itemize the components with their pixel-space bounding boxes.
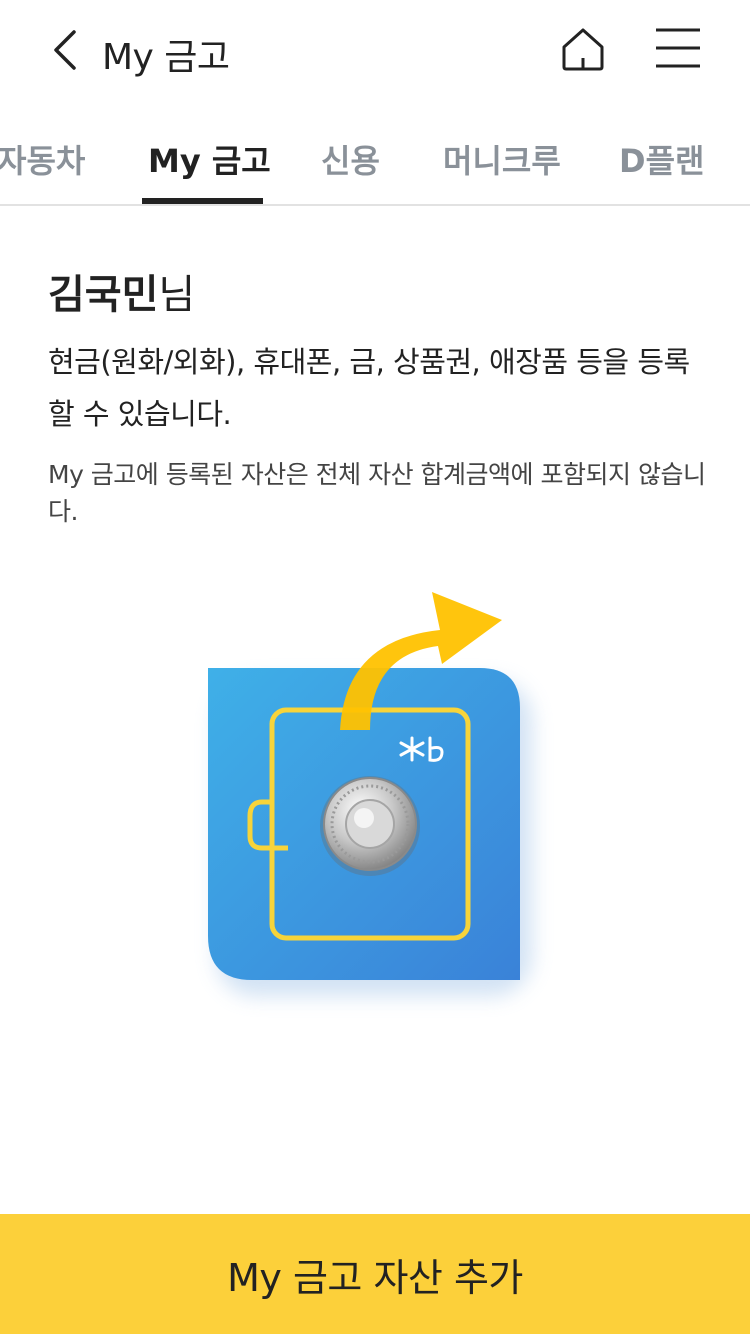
tab-credit[interactable]: 신용 — [321, 136, 380, 182]
home-icon — [562, 28, 604, 71]
menu-button[interactable] — [652, 22, 704, 74]
chevron-left-icon — [54, 30, 76, 70]
tab-my-vault[interactable]: My 금고 — [148, 136, 271, 182]
category-tabs: 자동차 My 금고 신용 머니크루 D플랜 — [0, 100, 750, 206]
tab-money-crew[interactable]: 머니크루 — [443, 136, 561, 182]
app-header: My 금고 — [0, 0, 750, 100]
tab-car[interactable]: 자동차 — [0, 136, 85, 182]
safe-illustration — [180, 580, 580, 1020]
greeting: 김국민님 — [48, 262, 195, 320]
page-title: My 금고 — [102, 37, 230, 78]
tab-d-plan[interactable]: D플랜 — [619, 136, 704, 182]
active-tab-indicator — [142, 198, 263, 204]
vault-description: 현금(원화/외화), 휴대폰, 금, 상품권, 애장품 등을 등록할 수 있습니… — [48, 345, 690, 431]
vault-note: My 금고에 등록된 자산은 전체 자산 합계금액에 포함되지 않습니다. — [48, 460, 706, 526]
add-vault-asset-button[interactable]: My 금고 자산 추가 — [0, 1214, 750, 1334]
honorific-suffix: 님 — [158, 272, 196, 318]
home-button[interactable] — [556, 22, 610, 76]
back-button[interactable] — [40, 22, 90, 78]
user-name: 김국민 — [48, 272, 159, 318]
add-vault-asset-label: My 금고 자산 추가 — [227, 1255, 523, 1300]
safe-icon — [208, 592, 532, 996]
hamburger-menu-icon — [656, 28, 700, 68]
